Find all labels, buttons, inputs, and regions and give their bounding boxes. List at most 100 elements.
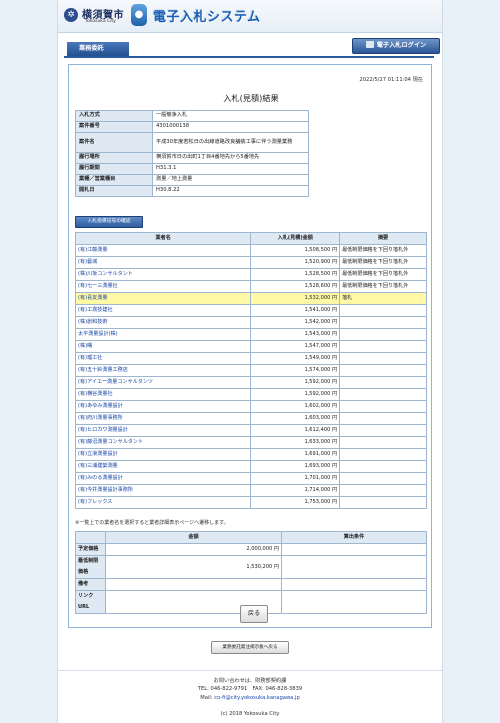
bid-remarks: 最低制限価格を下回り落札外 [339, 244, 427, 257]
price-condition [281, 578, 427, 591]
bid-results-table: 業者名 入札(見積)金額 摘要 (有)江藤測量 1,508,500 円最低制限価格… [74, 232, 427, 509]
table-row: (有)立浪測量設計 1,691,000 円 [74, 448, 427, 461]
table-row: (有)アイエー測量コンサルタンツ 1,592,000 円 [74, 376, 427, 389]
vendor-name-link[interactable]: (有)藝城 [74, 256, 252, 269]
vendor-name-link[interactable]: (有)ヒロカワ測量設計 [74, 424, 252, 437]
table-row: (有)フレックス 1,753,000 円 [74, 496, 427, 509]
price-row-label: 最低制限価格 [75, 555, 106, 579]
vendor-name-link[interactable]: (株)川坂コンサルタント [74, 268, 252, 281]
info-value: 測量／地上測量 [152, 174, 309, 186]
table-row: (有)横谷測量社 1,592,000 円 [74, 388, 427, 401]
bid-remarks [339, 340, 427, 353]
bid-remarks [339, 364, 427, 377]
info-row: 案件名 平成30年度若松日の出線道路改良舗装工事に伴う測量業務 [75, 132, 309, 153]
back-button[interactable]: 戻る [240, 605, 268, 623]
vendor-name-link[interactable]: (有)藤沼測量コンサルタント [74, 436, 252, 449]
footer: お問い合わせは、財務部契約課 TEL: 046-822-9791 FAX: 04… [58, 670, 442, 718]
table-row: (有)七一三測量社 1,528,600 円最低制限価格を下回り落札外 [74, 280, 427, 293]
price-condition [281, 590, 427, 614]
footer-mail-link[interactable]: co-fi@city.yokosuka.kanagawa.jp [214, 695, 300, 701]
bid-amount: 1,691,000 円 [250, 448, 341, 461]
price-header-condition: 算出条件 [281, 531, 427, 544]
bid-amount: 1,693,000 円 [250, 460, 341, 473]
vendor-name-link[interactable]: (有)今井測量設計事務所 [74, 484, 252, 497]
bid-amount: 1,528,500 円 [250, 268, 341, 281]
vendor-name-link[interactable]: (有)五十鈴測量工務店 [74, 364, 252, 377]
bid-amount: 1,592,000 円 [250, 388, 341, 401]
vendor-name-link[interactable]: (有)立浪測量設計 [74, 448, 252, 461]
bid-amount: 1,603,000 円 [250, 412, 341, 425]
system-logo-icon: ● [131, 4, 147, 26]
info-label: 業種／営業種目 [75, 174, 153, 186]
bid-remarks [339, 316, 427, 329]
bid-amount: 1,508,500 円 [250, 244, 341, 257]
bid-remarks: 落札 [339, 292, 427, 305]
city-name-en: Yokosuka City [85, 19, 116, 24]
timestamp: 2022/5/27 01:11:04 現在 [359, 77, 423, 83]
footer-mail-prefix: Mail: [200, 694, 215, 701]
confirm-bid-code-button[interactable]: 入札指導記号の確認 [75, 216, 143, 228]
table-row: (株)曙 1,547,000 円 [74, 340, 427, 353]
info-value: 4301000138 [152, 121, 309, 133]
bid-remarks [339, 484, 427, 497]
price-row-label: リンクURL [75, 590, 106, 614]
bid-remarks [339, 424, 427, 437]
bid-amount: 1,701,000 円 [250, 472, 341, 485]
table-row: (有)藝城 1,520,900 円最低制限価格を下回り落札外 [74, 256, 427, 269]
price-row: 備考 [75, 578, 427, 591]
bid-remarks [339, 304, 427, 317]
vendor-name-link[interactable]: (有)喜友測量 [74, 292, 252, 305]
price-amount: 2,000,000 円 [105, 543, 282, 556]
table-row: (有)今井測量設計事務所 1,714,000 円 [74, 484, 427, 497]
info-row: 履行期間 H31.3.1 [75, 163, 309, 175]
footer-mail-line: Mail: co-fi@city.yokosuka.kanagawa.jp [58, 694, 442, 702]
bid-remarks [339, 436, 427, 449]
tab-business-outsourcing[interactable]: 業務委託 [67, 42, 129, 56]
price-row: 最低制限価格 1,530,200 円 [75, 555, 427, 579]
bid-amount: 1,753,000 円 [250, 496, 341, 509]
price-row-label: 予定価格 [75, 543, 106, 556]
vendor-name-link[interactable]: (有)フレックス [74, 496, 252, 509]
bid-amount: 1,549,000 円 [250, 352, 341, 365]
price-header-amount: 金額 [105, 531, 282, 544]
vendor-name-link[interactable]: (有)府川測量事務所 [74, 412, 252, 425]
bid-amount: 1,612,400 円 [250, 424, 341, 437]
vendor-name-link[interactable]: (株)曙 [74, 340, 252, 353]
info-value: 一般競争入札 [152, 110, 309, 122]
bid-amount: 1,714,000 円 [250, 484, 341, 497]
vendor-name-link[interactable]: 太平測量設計(株) [74, 328, 252, 341]
bid-amount: 1,633,000 円 [250, 436, 341, 449]
price-table: 金額 算出条件 予定価格 2,000,000 円最低制限価格 1,530,200 円… [75, 531, 427, 614]
bid-info-table: 入札方式 一般競争入札 案件番号 4301000138 案件名 平成30年度若松日の出線道… [75, 110, 309, 197]
info-value: 横須賀市日の出町1丁目4番地先から5番地先 [152, 152, 309, 164]
vendor-name-link[interactable]: (株)創和技術 [74, 316, 252, 329]
info-value: H31.3.1 [152, 163, 309, 175]
vendor-name-link[interactable]: (有)あゆみ測量設計 [74, 400, 252, 413]
vendor-name-link[interactable]: (有)横谷測量社 [74, 388, 252, 401]
bid-amount: 1,574,000 円 [250, 364, 341, 377]
bid-remarks [339, 376, 427, 389]
table-row: (有)みのる測量設計 1,701,000 円 [74, 472, 427, 485]
table-row: (有)喜友測量 1,532,000 円落札 [74, 292, 427, 305]
city-crest-icon: ✲ [64, 8, 78, 22]
e-bid-login-button[interactable]: 電子入札ログイン [352, 38, 440, 54]
bid-amount: 1,547,000 円 [250, 340, 341, 353]
bid-remarks [339, 448, 427, 461]
info-label: 案件番号 [75, 121, 153, 133]
bid-amount: 1,520,900 円 [250, 256, 341, 269]
bid-remarks [339, 328, 427, 341]
vendor-name-link[interactable]: (有)みのる測量設計 [74, 472, 252, 485]
back-to-board-button[interactable]: 業務委託発注掲示板へ戻る [211, 641, 289, 654]
bid-amount: 1,543,000 円 [250, 328, 341, 341]
table-row: (有)江藤測量 1,508,500 円最低制限価格を下回り落札外 [74, 244, 427, 257]
page-frame: ✲ 横須賀市 Yokosuka City ● 電子入札システム 業務委託 電子入… [57, 0, 443, 723]
vendor-name-link[interactable]: (有)三浦建築測量 [74, 460, 252, 473]
bid-remarks [339, 388, 427, 401]
vendor-name-link[interactable]: (有)工測技建社 [74, 304, 252, 317]
vendor-name-link[interactable]: (有)江藤測量 [74, 244, 252, 257]
vendor-name-link[interactable]: (有)瑠工社 [74, 352, 252, 365]
price-amount: 1,530,200 円 [105, 555, 282, 579]
vendor-name-link[interactable]: (有)アイエー測量コンサルタンツ [74, 376, 252, 389]
info-value: 平成30年度若松日の出線道路改良舗装工事に伴う測量業務 [152, 132, 309, 153]
vendor-name-link[interactable]: (有)七一三測量社 [74, 280, 252, 293]
